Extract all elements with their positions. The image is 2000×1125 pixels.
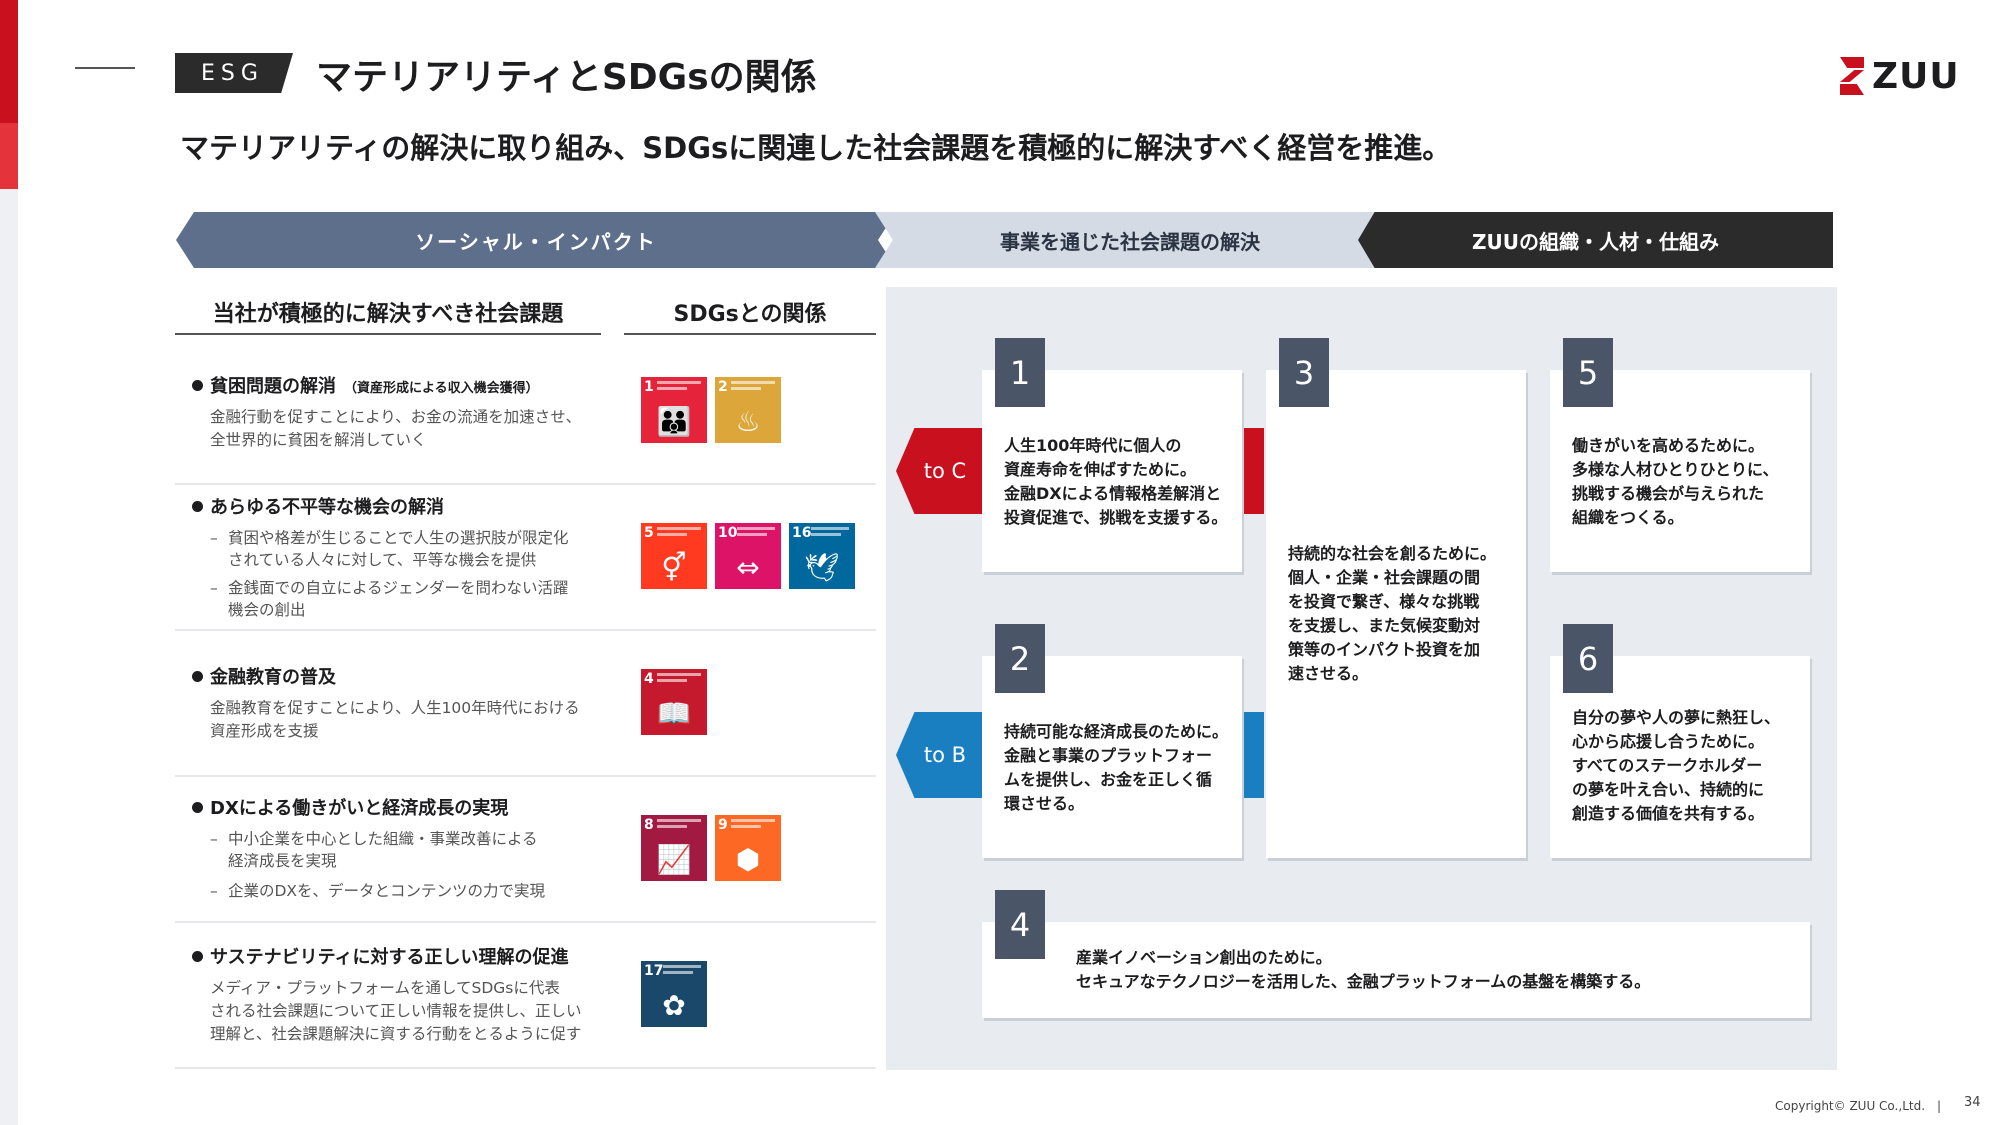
- sdg-icons-row: 4 📖: [641, 669, 707, 735]
- sdg-17-icon: 17 ✿: [641, 961, 707, 1027]
- issue-row: 金融教育の普及 金融教育を促すことにより、人生100年時代における 資産形成を支…: [192, 663, 632, 743]
- issue-desc-line: 金融教育を促すことにより、人生100年時代における: [210, 699, 580, 717]
- sdg-10-icon: 10 ⇔: [715, 523, 781, 589]
- issue-note: （資産形成による収入機会獲得）: [344, 381, 539, 396]
- sdg-4-icon: 4 📖: [641, 669, 707, 735]
- column-rule-sdgs: [624, 333, 876, 335]
- copyright: Copyright© ZUU Co.,Ltd. |: [1775, 1099, 1942, 1113]
- sdg-icons-row: 5 ⚥ 10 ⇔ 16 🕊: [641, 523, 855, 589]
- issue-desc-line: 全世界的に貧困を解消していく: [210, 431, 427, 449]
- issue-title: あらゆる不平等な機会の解消: [192, 493, 632, 519]
- accent-bar-red: [0, 0, 18, 123]
- issue-desc-line: される社会課題について正しい情報を提供し、正しい: [210, 1002, 582, 1020]
- row-separator: [175, 775, 876, 777]
- row-separator: [175, 483, 876, 485]
- page-number: 34: [1964, 1095, 1981, 1110]
- sdg-icons-row: 1 👪 2 ♨: [641, 377, 781, 443]
- row-separator: [175, 921, 876, 923]
- banner-social-impact: ソーシャル・インパクト: [176, 212, 896, 268]
- bullet-dot-icon: [192, 380, 203, 391]
- column-header-sdgs: SDGsとの関係: [673, 302, 827, 327]
- banner-business-solution: 事業を通じた社会課題の解決: [875, 212, 1385, 268]
- issue-title: 貧困問題の解消 （資産形成による収入機会獲得）: [192, 372, 632, 398]
- accent-bar-light-red: [0, 123, 18, 189]
- issue-bullet: – 中小企業を中心とした組織・事業改善による 経済成長を実現: [210, 830, 538, 870]
- bullet-dot-icon: [192, 951, 203, 962]
- sdg-16-icon: 16 🕊: [789, 523, 855, 589]
- accent-bar-gray: [0, 189, 18, 1125]
- title-rule: [75, 67, 135, 69]
- issue-bullet: – 貧困や格差が生じることで人生の選択肢が限定化 されている人々に対して、平等な…: [210, 529, 569, 569]
- issue-desc-line: メディア・プラットフォームを通してSDGsに代表: [210, 979, 560, 997]
- bullet-dot-icon: [192, 501, 203, 512]
- issue-title: DXによる働きがいと経済成長の実現: [192, 794, 632, 820]
- sdg-8-icon: 8 📈: [641, 815, 707, 881]
- issue-desc-line: 金融行動を促すことにより、お金の流通を加速させ、: [210, 408, 582, 426]
- row-separator: [175, 629, 876, 631]
- issue-row: サステナビリティに対する正しい理解の促進 メディア・プラットフォームを通してSD…: [192, 943, 632, 1046]
- card-number-4: 4: [995, 890, 1045, 959]
- logo-text: ZUU: [1872, 55, 1960, 97]
- issue-bullet: – 金銭面での自立によるジェンダーを問わない活躍 機会の創出: [210, 579, 569, 619]
- sdg-1-icon: 1 👪: [641, 377, 707, 443]
- sdg-5-icon: 5 ⚥: [641, 523, 707, 589]
- issue-bullet: – 企業のDXを、データとコンテンツの力で実現: [210, 882, 546, 900]
- card-number-5: 5: [1563, 338, 1613, 407]
- card-number-3: 3: [1279, 338, 1329, 407]
- card-number-1: 1: [995, 338, 1045, 407]
- issue-row: 貧困問題の解消 （資産形成による収入機会獲得） 金融行動を促すことにより、お金の…: [192, 372, 632, 452]
- issue-row: あらゆる不平等な機会の解消 – 貧困や格差が生じることで人生の選択肢が限定化 さ…: [192, 493, 632, 621]
- card-number-6: 6: [1563, 624, 1613, 693]
- sdg-icons-row: 17 ✿: [641, 961, 707, 1027]
- issue-title: サステナビリティに対する正しい理解の促進: [192, 943, 632, 969]
- sdg-2-icon: 2 ♨: [715, 377, 781, 443]
- page-subtitle: マテリアリティの解決に取り組み、SDGsに関連した社会課題を積極的に解決すべく経…: [180, 131, 1452, 165]
- column-header-issues: 当社が積極的に解決すべき社会課題: [212, 302, 564, 327]
- zuu-logo-mark-icon: [1840, 57, 1864, 95]
- bullet-dot-icon: [192, 671, 203, 682]
- bullet-dot-icon: [192, 802, 203, 813]
- sdg-icons-row: 8 📈 9 ⬢: [641, 815, 781, 881]
- banner-organization: ZUUの組織・人材・仕組み: [1358, 212, 1833, 268]
- card-3: 持続的な社会を創るために。 個人・企業・社会課題の間 を投資で繋ぎ、様々な挑戦 …: [1266, 370, 1526, 858]
- esg-badge: ESG: [175, 53, 293, 93]
- issue-title: 金融教育の普及: [192, 663, 632, 689]
- issue-desc-line: 理解と、社会課題解決に資する行動をとるように促す: [210, 1025, 582, 1043]
- row-separator: [175, 1067, 876, 1069]
- page-title: マテリアリティとSDGsの関係: [316, 57, 817, 98]
- issue-desc-line: 資産形成を支援: [210, 722, 319, 740]
- zuu-logo: ZUU: [1840, 55, 1960, 97]
- column-rule-issues: [175, 333, 601, 335]
- card-number-2: 2: [995, 624, 1045, 693]
- sdg-9-icon: 9 ⬢: [715, 815, 781, 881]
- issue-row: DXによる働きがいと経済成長の実現 – 中小企業を中心とした組織・事業改善による…: [192, 794, 632, 902]
- card-4: 産業イノベーション創出のために。 セキュアなテクノロジーを活用した、金融プラット…: [982, 922, 1810, 1018]
